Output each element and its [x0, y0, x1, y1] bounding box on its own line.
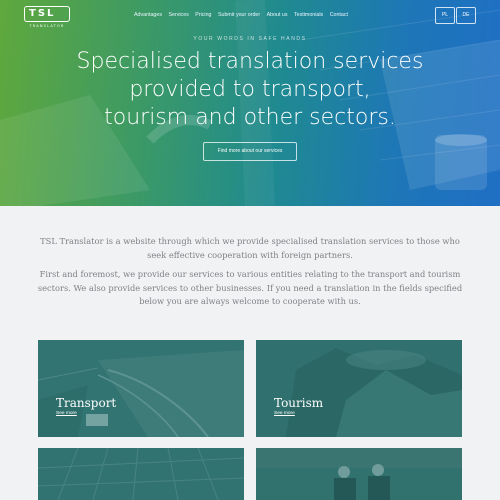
see-more-link[interactable]: See more [274, 411, 295, 416]
nav-item-contact[interactable]: Contact [330, 12, 348, 18]
card-overlay [38, 340, 244, 437]
nav-item-testimonials[interactable]: Testimonials [294, 12, 323, 18]
see-more-link[interactable]: See more [56, 411, 77, 416]
nav-item-submit-order[interactable]: Submit your order [218, 12, 260, 18]
nav-item-services[interactable]: Services [168, 12, 188, 18]
card-overlay [38, 448, 244, 500]
hero-headline-line: provided to transport, [129, 77, 371, 102]
hero-tagline: YOUR WORDS IN SAFE HANDS [193, 36, 307, 42]
find-more-button[interactable]: Find more about our services [203, 142, 297, 161]
service-card-4[interactable] [256, 448, 462, 500]
main-nav: Advantages Services Pricing Submit your … [134, 12, 354, 18]
hero-banner: TSL TRANSLATOR Advantages Services Prici… [0, 0, 500, 206]
nav-item-advantages[interactable]: Advantages [134, 12, 162, 18]
hero-headline-line: tourism and other sectors. [104, 105, 396, 130]
card-title: Transport [56, 396, 117, 410]
logo-mark: TSL [24, 6, 70, 22]
service-card-transport[interactable]: Transport See more [38, 340, 244, 437]
language-button-pl[interactable]: PL [435, 7, 455, 24]
nav-item-about-us[interactable]: About us [267, 12, 288, 18]
nav-item-pricing[interactable]: Pricing [195, 12, 211, 18]
logo-subtitle: TRANSLATOR [29, 24, 65, 28]
card-title: Tourism [274, 396, 324, 410]
intro-paragraph: TSL Translator is a website through whic… [40, 236, 460, 260]
card-overlay [256, 448, 462, 500]
hero-headline: Specialised translation services provide… [0, 48, 500, 132]
intro-section: TSL Translator is a website through whic… [36, 235, 464, 309]
language-button-de[interactable]: DE [456, 7, 476, 24]
logo[interactable]: TSL TRANSLATOR [24, 6, 70, 28]
hero-headline-line: Specialised translation services [76, 49, 424, 74]
card-overlay [256, 340, 462, 437]
intro-paragraph: First and foremost, we provide our servi… [37, 269, 463, 306]
service-card-3[interactable] [38, 448, 244, 500]
service-card-tourism[interactable]: Tourism See more [256, 340, 462, 437]
